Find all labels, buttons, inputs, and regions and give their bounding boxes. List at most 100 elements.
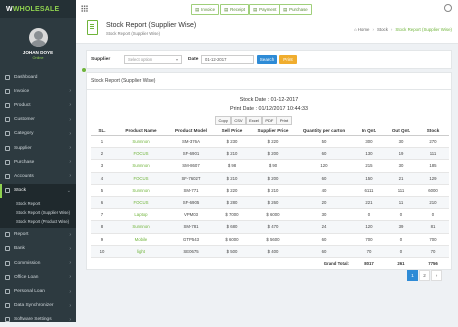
sync-icon bbox=[5, 303, 10, 309]
table-cell[interactable]: FOCUS bbox=[113, 196, 169, 210]
sidebar-item-label: Supplier bbox=[14, 145, 32, 151]
user-status: Online bbox=[32, 56, 44, 60]
apps-grid-icon[interactable] bbox=[81, 5, 88, 12]
sidebar-item-accounts[interactable]: Accounts › bbox=[0, 169, 76, 183]
sidebar-item-label: Category bbox=[14, 131, 34, 137]
page-2-button[interactable]: 2 bbox=[419, 270, 430, 281]
table-cell[interactable]: FOCUS bbox=[113, 147, 169, 161]
table-cell[interactable]: Sunnnon bbox=[113, 135, 169, 149]
print-button[interactable]: Print bbox=[279, 54, 297, 64]
sidebar: W WHOLESALE JOHAN DOYE Online Dashboard … bbox=[0, 0, 76, 323]
date-field[interactable]: 01-12-2017 bbox=[201, 54, 254, 64]
sidebar-item-commission[interactable]: Commission › bbox=[0, 256, 76, 270]
sidebar-item-personal-loan[interactable]: Personal Loan › bbox=[0, 284, 76, 298]
purchase-button[interactable]: ▤ Purchase bbox=[279, 4, 312, 15]
table-cell: SM-376A bbox=[169, 135, 213, 149]
table-cell: 60 bbox=[295, 245, 353, 258]
print-date: Print Date : 01/12/2017 10:44:33 bbox=[230, 106, 308, 112]
table-cell: $ 200 bbox=[251, 172, 295, 185]
sidebar-item-bank[interactable]: Bank › bbox=[0, 242, 76, 256]
sidebar-item-purchase[interactable]: Purchase › bbox=[0, 155, 76, 169]
table-cell: 300 bbox=[353, 135, 385, 149]
table-cell[interactable]: light bbox=[113, 245, 169, 258]
submenu-item-stock-report[interactable]: Stock Report bbox=[0, 199, 76, 208]
sidebar-item-invoice[interactable]: Invoice › bbox=[0, 84, 76, 98]
breadcrumb-stock[interactable]: Stock bbox=[377, 27, 388, 32]
table-row: 4 FOCUS SF-7602T $ 210 $ 200 60 150 21 129 bbox=[91, 172, 449, 185]
table-cell: $ 220 bbox=[251, 135, 295, 149]
receipt-button[interactable]: ▤ Receipt bbox=[220, 4, 250, 15]
table-cell: 6111 bbox=[353, 184, 385, 197]
submenu-item-stock-report-product-wise[interactable]: Stock Report (Product Wise) bbox=[0, 217, 76, 226]
breadcrumb-home[interactable]: Home bbox=[358, 27, 370, 32]
table-cell: 10 bbox=[91, 245, 113, 258]
column-header[interactable]: Quantity per carton bbox=[295, 125, 353, 136]
column-header[interactable]: Supplier Price bbox=[251, 125, 295, 136]
sidebar-item-software-settings[interactable]: Software Settings › bbox=[0, 313, 76, 327]
table-cell[interactable]: Mobile bbox=[113, 233, 169, 246]
pdf-button[interactable]: PDF bbox=[261, 116, 277, 125]
column-header[interactable]: Stock bbox=[417, 125, 449, 136]
table-row: 9 Mobile GTP543 $ 6000 $ 5600 60 700 0 700 bbox=[91, 233, 449, 246]
table-cell: 185 bbox=[417, 159, 449, 173]
table-cell[interactable]: FOCUS bbox=[113, 172, 169, 185]
gear-icon[interactable] bbox=[444, 4, 452, 12]
sidebar-item-supplier[interactable]: Supplier › bbox=[0, 141, 76, 155]
print-export-button[interactable]: Print bbox=[276, 116, 292, 125]
column-header[interactable]: Out Qnt. bbox=[385, 125, 417, 136]
app-logo[interactable]: W WHOLESALE bbox=[0, 0, 76, 18]
copy-button[interactable]: Copy bbox=[215, 116, 232, 125]
excel-button[interactable]: Excel bbox=[245, 116, 263, 125]
search-button[interactable]: Search bbox=[257, 54, 277, 64]
table-cell: $ 210 bbox=[213, 147, 251, 161]
table-cell: $ 680 bbox=[213, 220, 251, 234]
table-cell: $ 210 bbox=[213, 172, 251, 185]
column-header[interactable]: SL. bbox=[91, 125, 113, 136]
avatar[interactable] bbox=[28, 28, 48, 47]
receipt-icon: ▤ bbox=[224, 6, 229, 12]
sidebar-item-stock[interactable]: Stock ⌄ bbox=[0, 183, 76, 198]
invoice-icon: ▤ bbox=[195, 6, 200, 12]
table-cell: 2 bbox=[91, 147, 113, 161]
page-header: Stock Report (Supplier Wise) Stock Repor… bbox=[76, 17, 458, 44]
table-cell: $ 90 bbox=[251, 159, 295, 173]
payment-icon: ▤ bbox=[253, 6, 258, 12]
sidebar-item-label: Commission bbox=[14, 260, 41, 266]
invoice-button[interactable]: ▤ Invoice bbox=[191, 4, 220, 15]
home-icon: ⌂ bbox=[354, 27, 357, 32]
payment-button[interactable]: ▤ Payment bbox=[249, 4, 281, 15]
dashboard-icon bbox=[5, 74, 10, 80]
supplier-select[interactable]: Select option ▾ bbox=[124, 54, 182, 64]
sidebar-item-label: Bank bbox=[14, 246, 25, 252]
sidebar-item-report[interactable]: Report › bbox=[0, 228, 76, 242]
column-header[interactable]: Sell Price bbox=[213, 125, 251, 136]
purchase-icon bbox=[5, 159, 10, 165]
sidebar-item-label: Purchase bbox=[14, 159, 35, 165]
table-row: 2 FOCUS SF-6901 $ 210 $ 200 60 130 19 111 bbox=[91, 147, 449, 161]
sidebar-item-office-loan[interactable]: Office Loan › bbox=[0, 270, 76, 284]
table-cell[interactable]: Laptop bbox=[113, 208, 169, 222]
sidebar-item-data-synchronizer[interactable]: Data Synchronizer › bbox=[0, 299, 76, 313]
sidebar-item-label: Personal Loan bbox=[14, 289, 45, 295]
table-cell[interactable]: Sunnnon bbox=[113, 159, 169, 173]
table-cell[interactable]: Sunnnon bbox=[113, 220, 169, 234]
sidebar-item-customer[interactable]: Customer › bbox=[0, 113, 76, 127]
sidebar-item-category[interactable]: Category › bbox=[0, 127, 76, 141]
submenu-item-stock-report-supplier-wise[interactable]: Stock Report (Supplier Wise) bbox=[0, 208, 76, 217]
chevron-right-icon: › bbox=[69, 102, 71, 109]
next-page-button[interactable]: › bbox=[431, 270, 442, 281]
sidebar-item-product[interactable]: Product › bbox=[0, 98, 76, 112]
table-cell: 221 bbox=[353, 196, 385, 210]
table-row: 1 Sunnnon SM-376A $ 230 $ 220 50 300 30 270 bbox=[91, 135, 449, 149]
csv-button[interactable]: CSV bbox=[230, 116, 247, 125]
chevron-right-icon: › bbox=[69, 245, 71, 252]
column-header[interactable]: Product Name bbox=[113, 125, 169, 136]
total-out-qnt: 261 bbox=[397, 260, 405, 266]
table-cell[interactable]: Sunnnon bbox=[113, 184, 169, 197]
page-1-button[interactable]: 1 bbox=[407, 270, 418, 281]
sidebar-item-dashboard[interactable]: Dashboard bbox=[0, 70, 76, 84]
column-header[interactable]: In Qnt. bbox=[353, 125, 385, 136]
table-row: 6 FOCUS SF-6905 $ 280 $ 260 20 221 11 210 bbox=[91, 196, 449, 210]
chevron-right-icon: › bbox=[69, 260, 71, 267]
column-header[interactable]: Product Model bbox=[169, 125, 213, 136]
